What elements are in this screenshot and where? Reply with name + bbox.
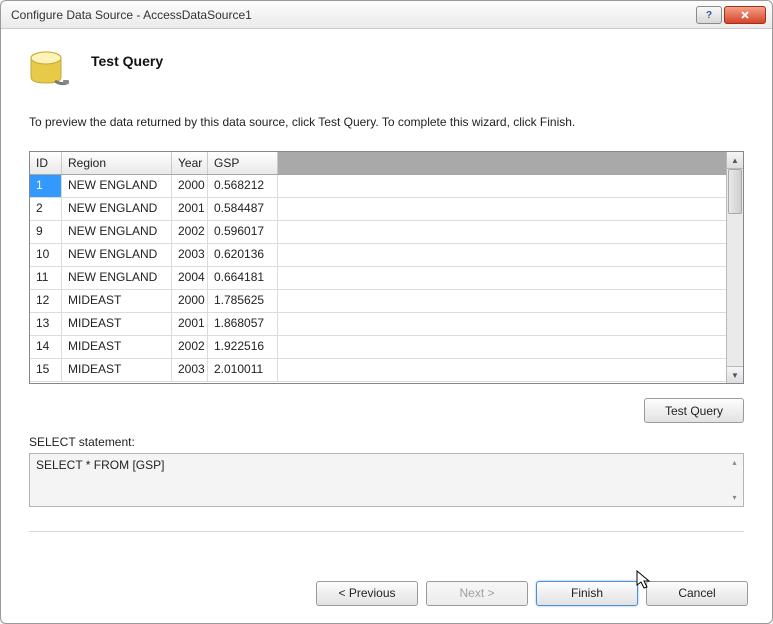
- database-icon: [25, 47, 71, 93]
- titlebar[interactable]: Configure Data Source - AccessDataSource…: [1, 1, 772, 29]
- statement-scrollbar[interactable]: ▴ ▾: [726, 454, 743, 506]
- column-header-region[interactable]: Region: [62, 152, 172, 174]
- table-row[interactable]: 13MIDEAST20011.868057: [30, 313, 726, 336]
- content-area: Test Query To preview the data returned …: [1, 29, 772, 563]
- table-row[interactable]: 10NEW ENGLAND20030.620136: [30, 244, 726, 267]
- table-row[interactable]: 1NEW ENGLAND20000.568212: [30, 175, 726, 198]
- window-title: Configure Data Source - AccessDataSource…: [7, 8, 696, 22]
- column-header-id[interactable]: ID: [30, 152, 62, 174]
- cell-id: 14: [30, 336, 62, 358]
- dialog-window: Configure Data Source - AccessDataSource…: [0, 0, 773, 624]
- cell-year: 2000: [172, 290, 208, 312]
- cell-region: NEW ENGLAND: [62, 244, 172, 266]
- scroll-down-button[interactable]: ▼: [727, 366, 743, 383]
- table-row[interactable]: 9NEW ENGLAND20020.596017: [30, 221, 726, 244]
- cell-region: NEW ENGLAND: [62, 198, 172, 220]
- grid-header-spacer: [278, 152, 726, 174]
- sql-statement-text: SELECT * FROM [GSP]: [30, 454, 726, 506]
- vertical-scrollbar[interactable]: ▲ ▼: [726, 152, 743, 383]
- table-row[interactable]: 12MIDEAST20001.785625: [30, 290, 726, 313]
- cell-gsp: 0.584487: [208, 198, 278, 220]
- cell-year: 2003: [172, 359, 208, 381]
- help-button[interactable]: ?: [696, 6, 722, 24]
- description: To preview the data returned by this dat…: [29, 115, 744, 129]
- cell-region: NEW ENGLAND: [62, 267, 172, 289]
- cell-gsp: 1.785625: [208, 290, 278, 312]
- titlebar-buttons: ?: [696, 6, 766, 24]
- cell-id: 13: [30, 313, 62, 335]
- cell-region: NEW ENGLAND: [62, 221, 172, 243]
- cell-year: 2000: [172, 175, 208, 197]
- stmt-scroll-up[interactable]: ▴: [726, 454, 743, 471]
- cell-region: MIDEAST: [62, 313, 172, 335]
- grid-header-row: ID Region Year GSP: [30, 152, 726, 175]
- cell-id: 11: [30, 267, 62, 289]
- previous-button[interactable]: < Previous: [316, 581, 418, 606]
- stmt-scroll-down[interactable]: ▾: [726, 489, 743, 506]
- cell-id: 15: [30, 359, 62, 381]
- cell-gsp: 0.620136: [208, 244, 278, 266]
- next-button: Next >: [426, 581, 528, 606]
- separator: [29, 531, 744, 532]
- scroll-thumb[interactable]: [728, 169, 742, 214]
- cell-id: 1: [30, 175, 62, 197]
- cell-gsp: 0.664181: [208, 267, 278, 289]
- column-header-gsp[interactable]: GSP: [208, 152, 278, 174]
- results-grid[interactable]: ID Region Year GSP 1NEW ENGLAND20000.568…: [29, 151, 744, 384]
- test-query-button[interactable]: Test Query: [644, 398, 744, 423]
- cell-gsp: 0.568212: [208, 175, 278, 197]
- cell-year: 2004: [172, 267, 208, 289]
- cell-region: MIDEAST: [62, 359, 172, 381]
- page-title: Test Query: [91, 53, 163, 69]
- svg-text:?: ?: [706, 10, 712, 20]
- table-row[interactable]: 15MIDEAST20032.010011: [30, 359, 726, 382]
- cell-region: NEW ENGLAND: [62, 175, 172, 197]
- cell-year: 2002: [172, 221, 208, 243]
- table-row[interactable]: 11NEW ENGLAND20040.664181: [30, 267, 726, 290]
- cell-id: 9: [30, 221, 62, 243]
- sql-statement-box[interactable]: SELECT * FROM [GSP] ▴ ▾: [29, 453, 744, 507]
- finish-button[interactable]: Finish: [536, 581, 638, 606]
- cell-region: MIDEAST: [62, 290, 172, 312]
- header: Test Query: [25, 47, 748, 93]
- grid-body: 1NEW ENGLAND20000.5682122NEW ENGLAND2001…: [30, 175, 726, 383]
- cell-year: 2001: [172, 198, 208, 220]
- cell-year: 2001: [172, 313, 208, 335]
- cell-year: 2002: [172, 336, 208, 358]
- cell-id: 2: [30, 198, 62, 220]
- cell-gsp: 1.922516: [208, 336, 278, 358]
- cancel-button[interactable]: Cancel: [646, 581, 748, 606]
- table-row[interactable]: 2NEW ENGLAND20010.584487: [30, 198, 726, 221]
- cell-gsp: 2.010011: [208, 359, 278, 381]
- footer: < Previous Next > Finish Cancel: [1, 563, 772, 623]
- scroll-up-button[interactable]: ▲: [727, 152, 743, 169]
- sql-statement-label: SELECT statement:: [29, 435, 744, 449]
- cell-gsp: 0.596017: [208, 221, 278, 243]
- scroll-track[interactable]: [727, 169, 743, 366]
- table-row[interactable]: 14MIDEAST20021.922516: [30, 336, 726, 359]
- column-header-year[interactable]: Year: [172, 152, 208, 174]
- cell-year: 2003: [172, 244, 208, 266]
- cell-gsp: 1.868057: [208, 313, 278, 335]
- cell-id: 12: [30, 290, 62, 312]
- cell-id: 10: [30, 244, 62, 266]
- close-button[interactable]: [724, 6, 766, 24]
- cell-region: MIDEAST: [62, 336, 172, 358]
